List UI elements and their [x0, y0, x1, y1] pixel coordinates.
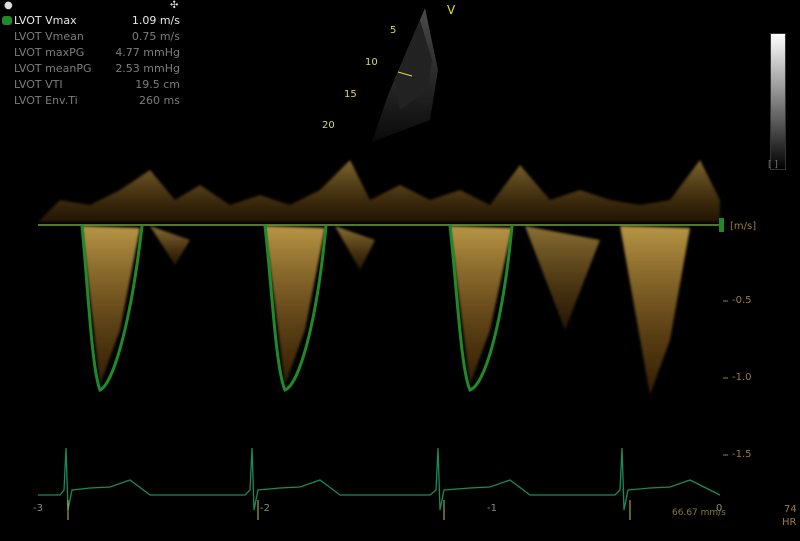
velocity-tick-label: -1.0: [732, 372, 752, 383]
time-tick-label: -3: [33, 503, 43, 514]
velocity-unit-label: [m/s]: [730, 221, 757, 232]
velocity-tick-label: -0.5: [732, 295, 752, 306]
time-tick-label: -2: [260, 503, 270, 514]
sweep-speed-label: 66.67 mm/s: [672, 508, 726, 518]
velocity-tick-label: -1.5: [732, 449, 752, 460]
time-tick-label: -1: [487, 503, 497, 514]
heart-rate-label: HR: [782, 517, 797, 528]
heart-rate-value: 74: [784, 504, 797, 515]
doppler-spectrum: [38, 160, 728, 520]
